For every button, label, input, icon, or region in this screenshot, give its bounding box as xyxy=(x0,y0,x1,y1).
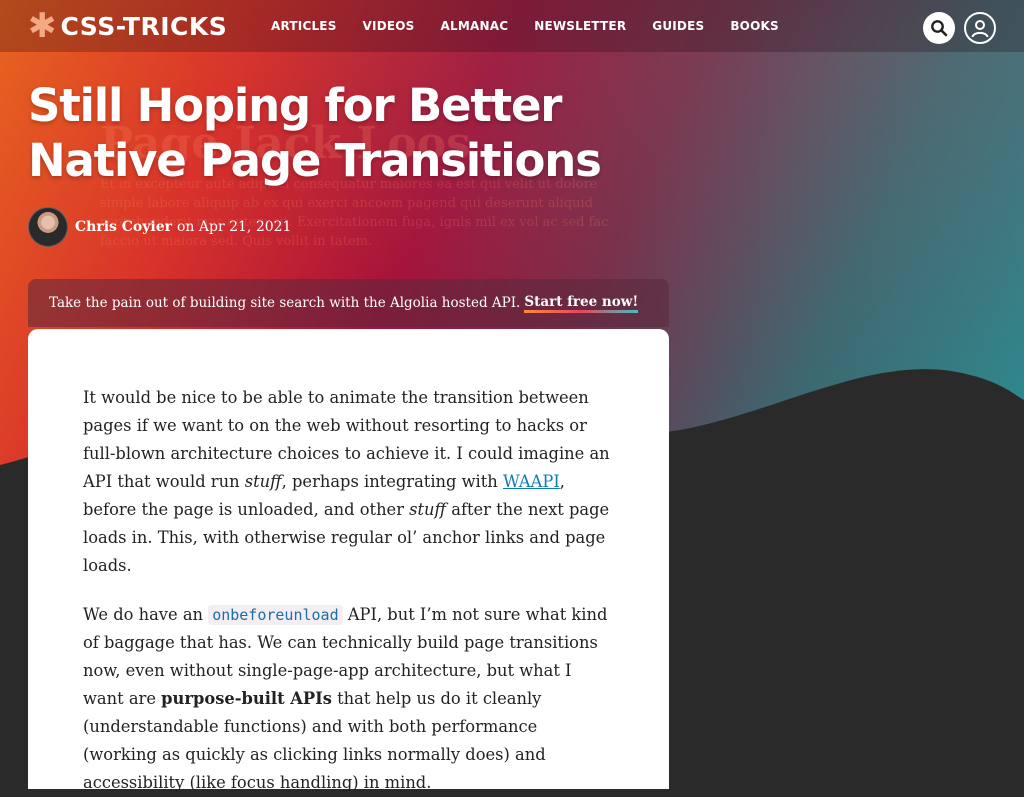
text-run: We do have an xyxy=(83,605,209,624)
sponsor-text: Take the pain out of building site searc… xyxy=(49,295,521,311)
author-avatar[interactable] xyxy=(28,207,68,247)
user-icon xyxy=(971,20,989,38)
article-title: Still Hoping for Better Native Page Tran… xyxy=(28,79,602,187)
waapi-link[interactable]: WAAPI xyxy=(503,472,560,491)
search-icon xyxy=(931,20,948,37)
nav-books[interactable]: BOOKS xyxy=(730,19,779,33)
top-nav: ✱ CSS-TRICKS ARTICLES VIDEOS ALMANAC NEW… xyxy=(0,0,1024,52)
emphasis: stuff xyxy=(244,472,282,491)
asterisk-logo-icon: ✱ xyxy=(28,6,57,46)
strong-text: purpose-built APIs xyxy=(161,689,332,708)
logo-text: CSS-TRICKS xyxy=(60,11,228,41)
inline-code: onbeforeunload xyxy=(208,605,343,625)
nav-links: ARTICLES VIDEOS ALMANAC NEWSLETTER GUIDE… xyxy=(258,0,792,52)
sponsor-cta-link[interactable]: Start free now! xyxy=(524,293,639,313)
search-button[interactable] xyxy=(923,12,955,44)
paragraph-1: It would be nice to be able to animate t… xyxy=(83,384,614,580)
account-button[interactable] xyxy=(964,12,996,44)
text-run: , perhaps integrating with xyxy=(281,472,503,491)
nav-almanac[interactable]: ALMANAC xyxy=(441,19,509,33)
nav-guides[interactable]: GUIDES xyxy=(652,19,704,33)
site-logo[interactable]: ✱ CSS-TRICKS xyxy=(28,9,227,43)
author-link[interactable]: Chris Coyier xyxy=(75,219,172,235)
sponsor-banner: Take the pain out of building site searc… xyxy=(28,279,669,327)
emphasis: stuff xyxy=(409,500,447,519)
publish-date: on Apr 21, 2021 xyxy=(177,219,292,235)
nav-newsletter[interactable]: NEWSLETTER xyxy=(534,19,626,33)
nav-articles[interactable]: ARTICLES xyxy=(271,19,337,33)
nav-videos[interactable]: VIDEOS xyxy=(363,19,415,33)
article-body: It would be nice to be able to animate t… xyxy=(28,329,669,792)
byline: Chris Coyier on Apr 21, 2021 xyxy=(28,207,291,247)
